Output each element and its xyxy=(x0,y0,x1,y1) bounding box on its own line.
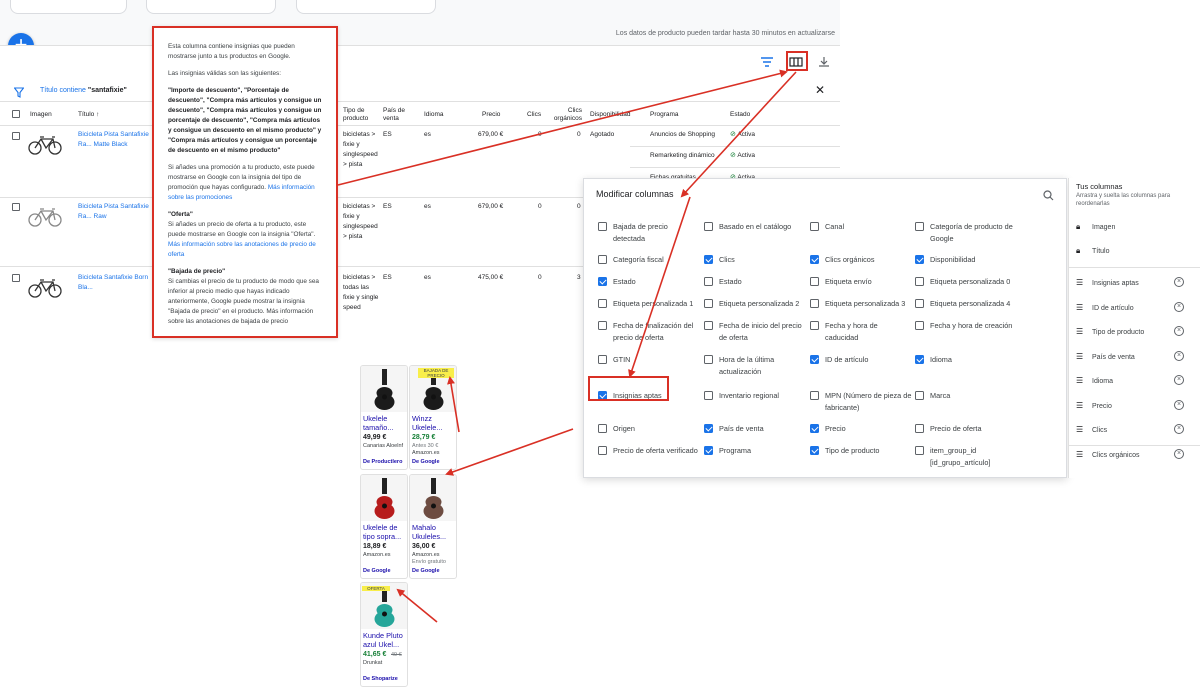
arrow-to-bajada-badge xyxy=(447,376,460,433)
arrow-dialog-to-insignias xyxy=(628,196,691,378)
arrow-to-oferta-badge xyxy=(396,588,438,623)
annotation-arrows xyxy=(337,69,797,623)
arrow-to-results xyxy=(445,428,574,476)
arrow-tooltip-to-button xyxy=(337,69,788,186)
arrow-button-to-dialog xyxy=(680,71,797,198)
